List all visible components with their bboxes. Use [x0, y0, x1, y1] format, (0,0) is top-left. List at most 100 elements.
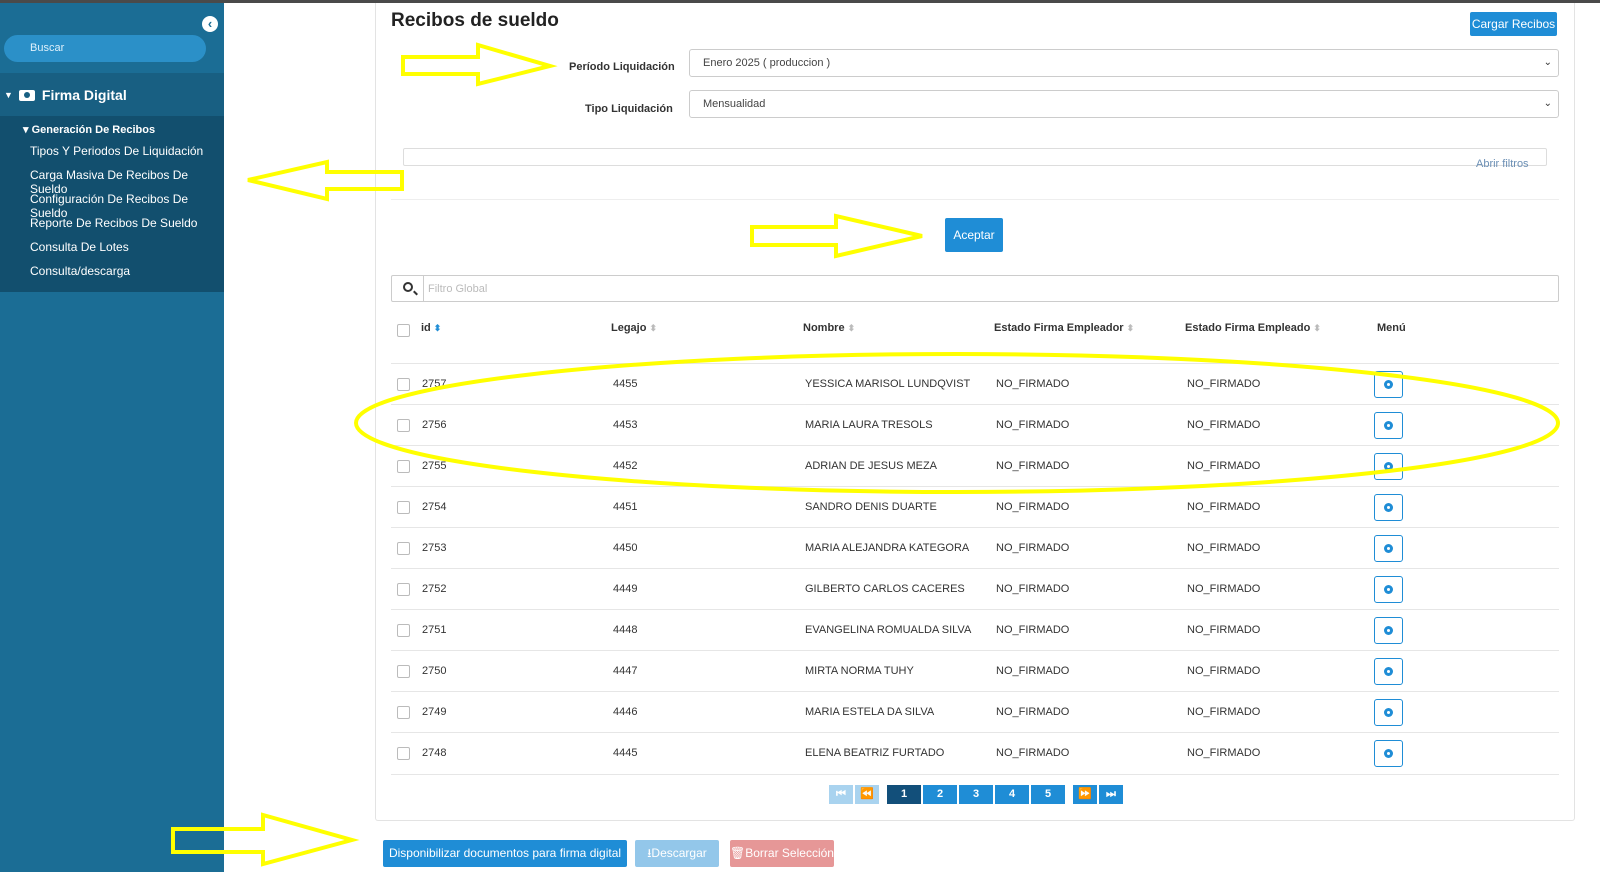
- cell-id: 2752: [422, 583, 447, 595]
- row-menu-button[interactable]: [1374, 535, 1403, 562]
- cell-estado-empleador: NO_FIRMADO: [996, 501, 1070, 513]
- sidebar: ‹ Buscar ▼ Firma Digital ▾ Generación De…: [0, 3, 224, 872]
- cell-estado-empleador: NO_FIRMADO: [996, 542, 1070, 554]
- prev-page-icon[interactable]: ⏪: [855, 785, 879, 804]
- page-button-2[interactable]: 2: [923, 785, 957, 804]
- column-header-estado-empleador[interactable]: Estado Firma Empleador ⬍: [994, 322, 1134, 334]
- cell-nombre: SANDRO DENIS DUARTE: [805, 501, 937, 513]
- gear-icon: [1384, 749, 1393, 758]
- column-header-estado-empleado[interactable]: Estado Firma Empleado ⬍: [1185, 322, 1321, 334]
- cell-estado-empleado: NO_FIRMADO: [1187, 542, 1261, 554]
- column-header-menu: Menú: [1377, 322, 1406, 334]
- page-button-1[interactable]: 1: [887, 785, 921, 804]
- row-checkbox[interactable]: [397, 624, 410, 637]
- row-menu-button[interactable]: [1374, 699, 1403, 726]
- first-page-icon[interactable]: ⏮: [829, 785, 853, 804]
- table-row: 2754 4451 SANDRO DENIS DUARTE NO_FIRMADO…: [391, 486, 1559, 527]
- collapse-sidebar-icon[interactable]: ‹: [202, 16, 218, 32]
- cell-id: 2750: [422, 665, 447, 677]
- sort-icon: ⬍: [1126, 323, 1135, 333]
- caret-down-icon: ▼: [4, 90, 13, 100]
- row-menu-button[interactable]: [1374, 453, 1403, 480]
- sidebar-item-reporte[interactable]: Reporte De Recibos De Sueldo: [30, 216, 197, 230]
- filters-bar: [403, 148, 1547, 166]
- row-menu-button[interactable]: [1374, 576, 1403, 603]
- tipo-select[interactable]: Mensualidad ⌄: [689, 90, 1559, 118]
- gear-icon: [1384, 667, 1393, 676]
- gear-icon: [1384, 503, 1393, 512]
- borrar-seleccion-button[interactable]: 🗑Borrar Selección: [730, 840, 834, 867]
- last-page-icon[interactable]: ⏭: [1099, 785, 1123, 804]
- cell-id: 2753: [422, 542, 447, 554]
- descargar-button[interactable]: ⭳Descargar: [635, 840, 719, 867]
- sidebar-submenu: ▾ Generación De Recibos Tipos Y Periodos…: [0, 116, 224, 292]
- cell-estado-empleador: NO_FIRMADO: [996, 747, 1070, 759]
- global-filter-input[interactable]: Filtro Global: [391, 275, 1559, 302]
- cell-estado-empleado: NO_FIRMADO: [1187, 583, 1261, 595]
- column-header-legajo[interactable]: Legajo ⬍: [611, 322, 657, 334]
- cell-estado-empleador: NO_FIRMADO: [996, 665, 1070, 677]
- tipo-label: Tipo Liquidación: [585, 103, 673, 115]
- cell-id: 2756: [422, 419, 447, 431]
- cargar-recibos-button[interactable]: Cargar Recibos: [1470, 12, 1557, 36]
- next-page-icon[interactable]: ⏩: [1073, 785, 1097, 804]
- row-checkbox[interactable]: [397, 378, 410, 391]
- sidebar-submenu-title[interactable]: ▾ Generación De Recibos: [23, 123, 155, 136]
- pagination: ⏮ ⏪ 1 2 3 4 5 ⏩ ⏭: [829, 785, 1123, 804]
- row-menu-button[interactable]: [1374, 412, 1403, 439]
- sort-icon: ⬍: [433, 323, 442, 333]
- table-row: 2748 4445 ELENA BEATRIZ FURTADO NO_FIRMA…: [391, 732, 1559, 773]
- row-checkbox[interactable]: [397, 542, 410, 555]
- cell-nombre: ELENA BEATRIZ FURTADO: [805, 747, 945, 759]
- gear-icon: [1384, 462, 1393, 471]
- gear-icon: [1384, 544, 1393, 553]
- cell-estado-empleado: NO_FIRMADO: [1187, 378, 1261, 390]
- gear-icon: [1384, 708, 1393, 717]
- sidebar-item-consulta-lotes[interactable]: Consulta De Lotes: [30, 240, 129, 254]
- cell-estado-empleador: NO_FIRMADO: [996, 419, 1070, 431]
- cell-legajo: 4449: [613, 583, 638, 595]
- page-button-3[interactable]: 3: [959, 785, 993, 804]
- cell-estado-empleado: NO_FIRMADO: [1187, 501, 1261, 513]
- periodo-select[interactable]: Enero 2025 ( produccion ) ⌄: [689, 49, 1559, 77]
- sidebar-item-tipos-periodos[interactable]: Tipos Y Periodos De Liquidación: [30, 144, 203, 158]
- aceptar-button[interactable]: Aceptar: [945, 218, 1003, 252]
- cell-nombre: MIRTA NORMA TUHY: [805, 665, 914, 677]
- cell-legajo: 4452: [613, 460, 638, 472]
- row-checkbox[interactable]: [397, 460, 410, 473]
- row-menu-button[interactable]: [1374, 658, 1403, 685]
- gear-icon: [1384, 380, 1393, 389]
- sidebar-section-label: Firma Digital: [41, 87, 127, 103]
- column-header-nombre[interactable]: Nombre ⬍: [803, 322, 855, 334]
- row-checkbox[interactable]: [397, 747, 410, 760]
- row-checkbox[interactable]: [397, 665, 410, 678]
- row-menu-button[interactable]: [1374, 740, 1403, 767]
- table-bottom-line: [391, 774, 1559, 775]
- select-all-checkbox[interactable]: [397, 324, 410, 337]
- table-row: 2751 4448 EVANGELINA ROMUALDA SILVA NO_F…: [391, 609, 1559, 650]
- search-icon-box: [392, 276, 424, 301]
- page-button-4[interactable]: 4: [995, 785, 1029, 804]
- page-button-5[interactable]: 5: [1031, 785, 1065, 804]
- cell-estado-empleado: NO_FIRMADO: [1187, 460, 1261, 472]
- row-checkbox[interactable]: [397, 501, 410, 514]
- row-menu-button[interactable]: [1374, 617, 1403, 644]
- cell-id: 2755: [422, 460, 447, 472]
- table-row: 2752 4449 GILBERTO CARLOS CACERES NO_FIR…: [391, 568, 1559, 609]
- row-checkbox[interactable]: [397, 583, 410, 596]
- row-checkbox[interactable]: [397, 706, 410, 719]
- column-header-id[interactable]: id ⬍: [421, 322, 441, 334]
- gear-icon: [1384, 421, 1393, 430]
- disponibilizar-button[interactable]: Disponibilizar documentos para firma dig…: [383, 840, 627, 867]
- sidebar-section-firma-digital[interactable]: ▼ Firma Digital: [4, 87, 127, 103]
- cell-estado-empleador: NO_FIRMADO: [996, 378, 1070, 390]
- tipo-value: Mensualidad: [703, 98, 766, 110]
- sidebar-item-consulta-descarga[interactable]: Consulta/descarga: [30, 264, 130, 278]
- sidebar-search-input[interactable]: Buscar: [4, 35, 206, 62]
- cell-estado-empleador: NO_FIRMADO: [996, 583, 1070, 595]
- abrir-filtros-link[interactable]: Abrir filtros: [1476, 158, 1529, 170]
- row-menu-button[interactable]: [1374, 371, 1403, 398]
- cell-estado-empleado: NO_FIRMADO: [1187, 665, 1261, 677]
- row-checkbox[interactable]: [397, 419, 410, 432]
- row-menu-button[interactable]: [1374, 494, 1403, 521]
